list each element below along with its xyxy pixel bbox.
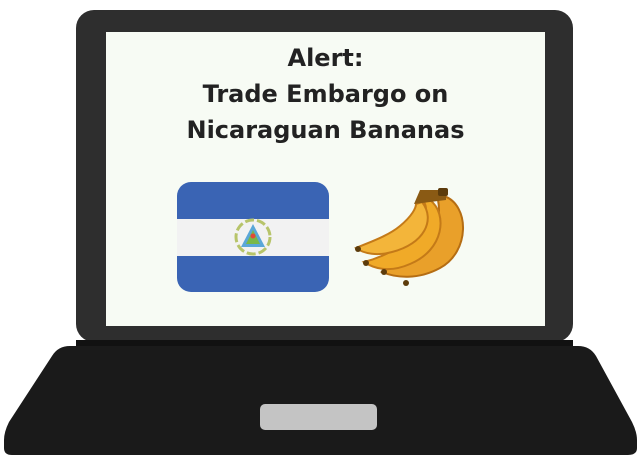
alert-line-2: Trade Embargo on (202, 80, 449, 108)
alert-line-3: Nicaraguan Bananas (186, 116, 465, 144)
alert-heading: Alert: (287, 44, 364, 72)
alert-message: Alert: Trade Embargo on Nicaraguan Banan… (106, 40, 545, 148)
laptop-hinge (76, 340, 573, 346)
laptop-base (4, 346, 637, 455)
trackpad (260, 404, 377, 430)
nicaragua-flag-icon (177, 182, 329, 292)
